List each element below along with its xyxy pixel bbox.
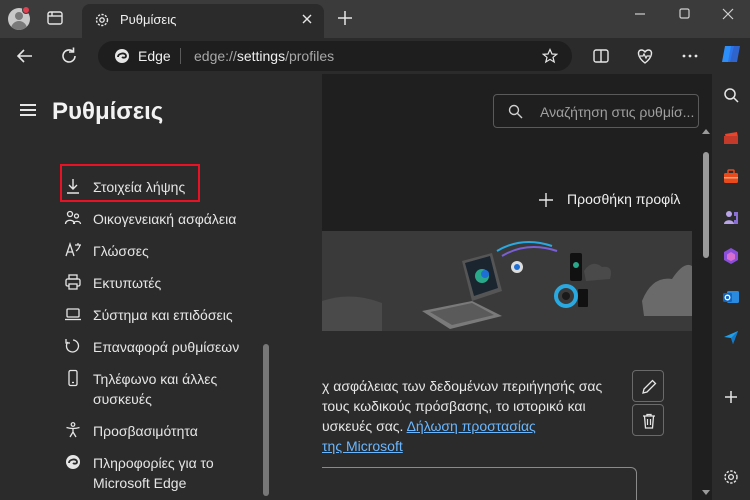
language-icon (65, 241, 81, 257)
sidebar-item-label: Προσβασιμότητα (93, 423, 198, 439)
description-line-1: χ ασφάλειας των δεδομένων περιήγησής σας (322, 378, 603, 394)
delete-profile-button[interactable] (632, 404, 664, 436)
search-placeholder: Αναζήτηση στις ρυθμίσ... (540, 104, 695, 120)
drop-icon[interactable] (722, 328, 740, 346)
sidebar-item-label: Εκτυπωτές (93, 275, 162, 291)
profile-section-box (322, 467, 637, 500)
edge-icon (66, 455, 80, 469)
downloads-highlight-box (60, 164, 200, 202)
minimize-icon[interactable] (628, 4, 652, 24)
tab-actions-icon[interactable] (46, 9, 64, 27)
description-line-2: τους κωδικούς πρόσβασης, το ιστορικό και (322, 398, 586, 414)
url-text: edge://settings/profiles (194, 48, 335, 64)
notification-badge (22, 6, 30, 14)
plus-icon (539, 193, 553, 207)
address-separator (180, 48, 181, 64)
settings-title: Ρυθμίσεις (52, 98, 164, 125)
split-screen-icon[interactable] (590, 45, 612, 67)
banner-illustration (322, 241, 692, 331)
search-icon (508, 104, 523, 119)
phone-icon (68, 369, 78, 387)
edit-profile-button[interactable] (632, 370, 664, 402)
close-window-icon[interactable] (716, 4, 740, 24)
browser-essentials-icon[interactable] (634, 45, 656, 67)
microsoft-365-icon[interactable] (722, 247, 740, 265)
sidebar-settings-icon[interactable] (722, 468, 740, 486)
games-icon[interactable] (722, 208, 740, 226)
shopping-icon[interactable] (722, 128, 740, 146)
edge-logo-icon (115, 49, 129, 63)
sidebar-item-printers[interactable]: Εκτυπωτές (62, 270, 302, 294)
sidebar-item-label: Πληροφορίες για το Microsoft Edge (93, 455, 214, 491)
sidebar-item-label: Οικογενειακή ασφάλεια (93, 211, 237, 227)
more-menu-icon[interactable] (679, 45, 701, 67)
address-bar[interactable]: Edge edge://settings/profiles (98, 41, 572, 71)
maximize-icon[interactable] (672, 4, 696, 24)
favorite-star-icon[interactable] (542, 48, 558, 64)
laptop-icon (65, 308, 81, 321)
gear-icon (95, 13, 109, 27)
privacy-statement-link-2[interactable]: της Microsoft (322, 438, 403, 454)
trash-icon (643, 413, 655, 429)
site-name: Edge (138, 48, 171, 64)
sidebar-item-label: Επαναφορά ρυθμίσεων (93, 339, 240, 355)
pencil-icon (642, 379, 657, 394)
description-line-3: υσκευές σας. (322, 418, 407, 434)
sidebar-item-family-safety[interactable]: Οικογενειακή ασφάλεια (62, 206, 302, 230)
profile-banner (322, 231, 692, 331)
printer-icon (65, 274, 81, 290)
sidebar-item-label: Τηλέφωνο και άλλες συσκευές (93, 371, 218, 407)
sidebar-item-languages[interactable]: Γλώσσες (62, 238, 302, 262)
menu-icon[interactable] (20, 104, 36, 118)
sidebar-scrollbar[interactable] (263, 344, 269, 496)
settings-search[interactable]: Αναζήτηση στις ρυθμίσ... (493, 94, 699, 128)
scroll-up-arrow-icon[interactable] (702, 128, 710, 136)
accessibility-icon (66, 422, 80, 438)
new-tab-icon[interactable] (336, 9, 354, 27)
family-icon (64, 210, 82, 225)
reset-icon (65, 339, 80, 353)
edge-sidebar (712, 38, 750, 500)
sidebar-item-system-performance[interactable]: Σύστημα και επιδόσεις (62, 302, 302, 326)
add-profile-label: Προσθήκη προφίλ (567, 191, 681, 207)
sidebar-item-label: Σύστημα και επιδόσεις (93, 307, 233, 323)
refresh-icon[interactable] (58, 45, 80, 67)
add-sidebar-app-icon[interactable] (722, 388, 740, 406)
close-tab-icon[interactable] (300, 12, 314, 26)
back-icon[interactable] (14, 45, 36, 67)
tools-icon[interactable] (722, 167, 740, 185)
tab-settings[interactable]: Ρυθμίσεις (82, 4, 324, 38)
sidebar-item-label: Γλώσσες (93, 243, 149, 259)
outlook-icon[interactable] (722, 288, 740, 306)
copilot-icon[interactable] (719, 42, 743, 66)
search-sidebar-icon[interactable] (722, 86, 740, 104)
scroll-down-arrow-icon[interactable] (702, 488, 710, 496)
privacy-statement-link[interactable]: Δήλωση προστασίας (407, 418, 536, 434)
toolbar: Edge edge://settings/profiles (0, 38, 712, 74)
main-scrollbar[interactable] (703, 152, 709, 258)
tab-title: Ρυθμίσεις (120, 12, 177, 27)
profile-description: χ ασφάλειας των δεδομένων περιήγησής σας… (322, 376, 622, 456)
